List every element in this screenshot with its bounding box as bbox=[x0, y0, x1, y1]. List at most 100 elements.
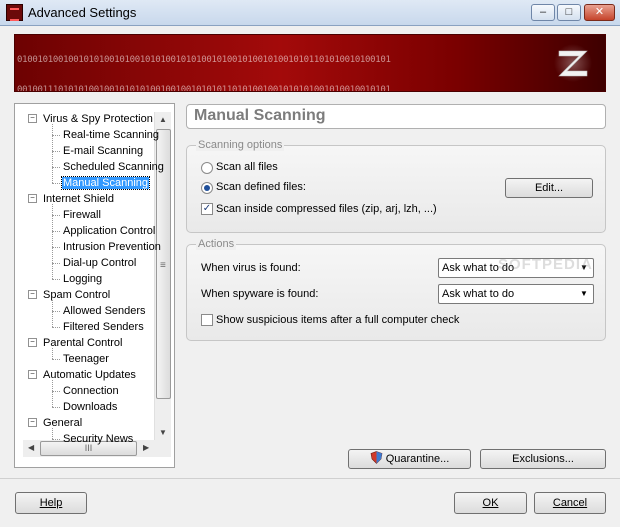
scroll-right-icon[interactable]: ▶ bbox=[143, 443, 149, 452]
collapse-icon[interactable]: − bbox=[28, 418, 37, 427]
tree-connector bbox=[52, 135, 60, 136]
tree-item[interactable]: Virus & Spy Protection bbox=[42, 111, 154, 127]
scan-defined-files-radio[interactable] bbox=[201, 182, 213, 194]
shield-icon bbox=[370, 451, 383, 464]
tree-item-label: Automatic Updates bbox=[43, 369, 136, 381]
tree-connector bbox=[52, 300, 53, 327]
page-title: Manual Scanning bbox=[194, 107, 326, 124]
tree-connector bbox=[52, 279, 60, 280]
tree-item-label: Dial-up Control bbox=[63, 257, 137, 269]
tree-item[interactable]: Dial-up Control bbox=[62, 255, 137, 271]
tree-connector bbox=[52, 263, 60, 264]
tree-item-label: E-mail Scanning bbox=[63, 145, 144, 157]
scan-compressed-checkbox[interactable]: ✓ bbox=[201, 203, 213, 215]
tree-item[interactable]: Filtered Senders bbox=[62, 319, 145, 335]
chevron-down-icon[interactable]: ▼ bbox=[576, 286, 592, 302]
tree-item-label: Security News bbox=[63, 433, 134, 445]
cancel-button[interactable]: Cancel bbox=[534, 492, 606, 514]
close-button[interactable]: ✕ bbox=[584, 4, 615, 21]
tree-item-label: Logging bbox=[63, 273, 103, 285]
tree-item-label: Application Control bbox=[63, 225, 156, 237]
show-suspicious-checkbox[interactable] bbox=[201, 314, 213, 326]
binary-row: 0010011101010100100101010100100100101010… bbox=[17, 85, 391, 92]
quarantine-button[interactable]: Quarantine... bbox=[348, 449, 471, 469]
tree-connector bbox=[52, 215, 60, 216]
quarantine-label: Quarantine... bbox=[385, 453, 450, 465]
tree-connector bbox=[52, 428, 53, 439]
binary-row: 0100101001001010100101001010100101010010… bbox=[17, 55, 391, 65]
tree-item-label: Downloads bbox=[63, 401, 118, 413]
tree-connector bbox=[52, 204, 53, 279]
ok-button[interactable]: OK bbox=[454, 492, 527, 514]
tree-item[interactable]: Scheduled Scanning bbox=[62, 159, 165, 175]
tree-connector bbox=[52, 391, 60, 392]
tree-item[interactable]: Security News bbox=[62, 431, 134, 447]
tree-item-label: Filtered Senders bbox=[63, 321, 144, 333]
tree-connector bbox=[52, 359, 60, 360]
settings-tree[interactable]: ▲ ≡ ▼ ◀ III ▶ Virus & Spy Protection − Rea… bbox=[14, 103, 175, 468]
edit-button[interactable]: Edit... bbox=[505, 178, 593, 198]
scroll-down-icon[interactable]: ▼ bbox=[159, 428, 167, 437]
spyware-action-select[interactable]: Ask what to do ▼ bbox=[438, 284, 594, 304]
tree-connector bbox=[52, 311, 60, 312]
scroll-up-icon[interactable]: ▲ bbox=[159, 115, 167, 124]
minimize-button[interactable]: – bbox=[531, 4, 555, 21]
tree-item[interactable]: Application Control bbox=[62, 223, 156, 239]
tree-connector bbox=[52, 380, 53, 407]
tree-item[interactable]: Real-time Scanning bbox=[62, 127, 160, 143]
tree-item-label: Virus & Spy Protection bbox=[43, 113, 153, 125]
ok-label: OK bbox=[482, 497, 499, 509]
collapse-icon[interactable]: − bbox=[28, 290, 37, 299]
tree-item[interactable]: Downloads bbox=[62, 399, 118, 415]
tree-item-label: Allowed Senders bbox=[63, 305, 146, 317]
help-button[interactable]: Help bbox=[15, 492, 87, 514]
tree-item-label: Real-time Scanning bbox=[63, 129, 159, 141]
scanning-options-title: Scanning options bbox=[196, 139, 285, 151]
scan-all-files-label[interactable]: Scan all files bbox=[216, 161, 278, 173]
tree-item-label: Parental Control bbox=[43, 337, 123, 349]
tree-connector bbox=[52, 151, 60, 152]
tree-item-label: Intrusion Prevention bbox=[63, 241, 161, 253]
scan-defined-files-label[interactable]: Scan defined files: bbox=[216, 181, 306, 193]
collapse-icon[interactable]: − bbox=[28, 114, 37, 123]
virus-found-label: When virus is found: bbox=[201, 262, 301, 274]
tree-item[interactable]: Intrusion Prevention bbox=[62, 239, 162, 255]
tree-item[interactable]: Connection bbox=[62, 383, 120, 399]
scan-compressed-label[interactable]: Scan inside compressed files (zip, arj, … bbox=[216, 203, 437, 215]
exclusions-button[interactable]: Exclusions... bbox=[480, 449, 606, 469]
scan-all-files-radio[interactable] bbox=[201, 162, 213, 174]
tree-connector bbox=[52, 183, 60, 184]
show-suspicious-label[interactable]: Show suspicious items after a full compu… bbox=[216, 314, 459, 326]
tree-connector bbox=[52, 247, 60, 248]
collapse-icon[interactable]: − bbox=[28, 370, 37, 379]
binary-pattern: 0100101001001010100101001010100101010010… bbox=[17, 35, 577, 92]
tree-item[interactable]: General bbox=[42, 415, 83, 431]
tree-item[interactable]: Manual Scanning bbox=[60, 175, 151, 191]
maximize-button[interactable]: □ bbox=[557, 4, 581, 21]
cancel-label: Cancel bbox=[552, 497, 588, 509]
tree-item-label: Manual Scanning bbox=[60, 176, 151, 190]
tree-connector bbox=[52, 407, 60, 408]
window-title: Advanced Settings bbox=[28, 5, 137, 20]
collapse-icon[interactable]: − bbox=[28, 338, 37, 347]
page-title-box: Manual Scanning bbox=[186, 104, 606, 129]
scroll-left-icon[interactable]: ◀ bbox=[28, 443, 34, 452]
tree-item-label: General bbox=[43, 417, 83, 429]
watermark: SOFTPEDIA bbox=[498, 256, 593, 273]
tree-item[interactable]: Parental Control bbox=[42, 335, 124, 351]
tree-connector bbox=[52, 231, 60, 232]
collapse-icon[interactable]: − bbox=[28, 194, 37, 203]
tree-item[interactable]: Teenager bbox=[62, 351, 110, 367]
spyware-action-value: Ask what to do bbox=[442, 288, 515, 300]
tree-connector bbox=[52, 439, 60, 440]
tree-item[interactable]: E-mail Scanning bbox=[62, 143, 144, 159]
tree-item[interactable]: Allowed Senders bbox=[62, 303, 147, 319]
tree-item[interactable]: Automatic Updates bbox=[42, 367, 137, 383]
tree-item[interactable]: Logging bbox=[62, 271, 103, 287]
tree-connector bbox=[52, 327, 60, 328]
grip-icon: ≡ bbox=[160, 260, 166, 271]
tree-item-label: Connection bbox=[63, 385, 119, 397]
scrollbar-corner bbox=[154, 440, 171, 457]
tree-item[interactable]: Firewall bbox=[62, 207, 102, 223]
tree-item-label: Teenager bbox=[63, 353, 109, 365]
